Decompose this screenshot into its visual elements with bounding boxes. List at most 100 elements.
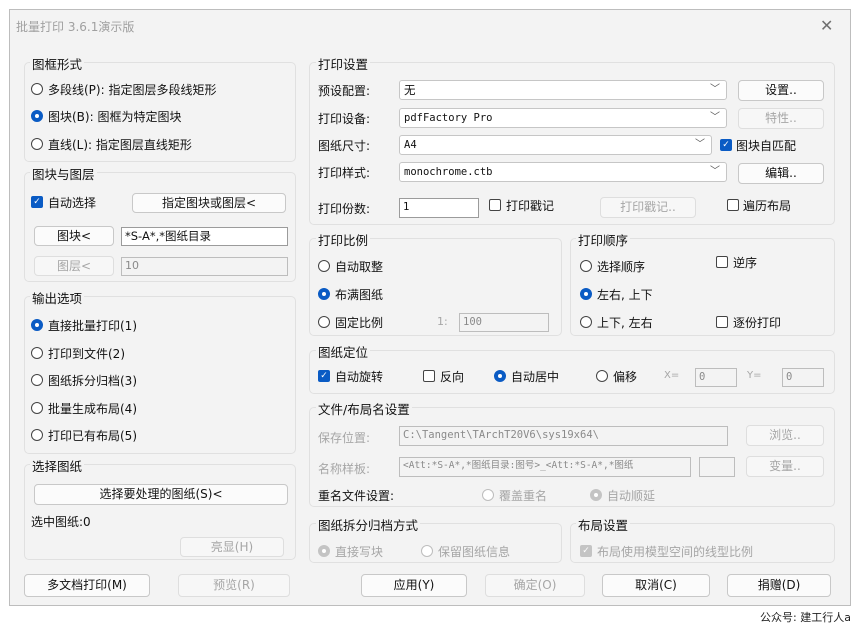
offset-y-label: Y= — [747, 370, 762, 381]
scale-ratio-prefix: 1: — [437, 315, 448, 328]
radio-print-to-file[interactable] — [31, 347, 43, 359]
radio-auto-center[interactable] — [494, 370, 506, 382]
style-label: 打印样式: — [318, 166, 371, 180]
radio-fit-paper-label: 布满图纸 — [335, 288, 384, 302]
frame-form-title: 图框形式 — [30, 54, 85, 73]
reverse-checkbox[interactable] — [423, 370, 435, 382]
window-title: 批量打印 3.6.1演示版 — [16, 20, 135, 34]
radio-top-bottom[interactable] — [580, 316, 592, 328]
edit-style-button[interactable]: 编辑.. — [738, 163, 824, 184]
properties-button[interactable]: 特性.. — [738, 108, 824, 129]
radio-offset[interactable] — [596, 370, 608, 382]
style-select[interactable]: monochrome.ctb ﹀ — [399, 162, 727, 182]
save-location-label: 保存位置: — [318, 431, 371, 445]
radio-left-right-label: 左右, 上下 — [597, 288, 653, 302]
radio-auto-center-label: 自动居中 — [511, 370, 560, 384]
auto-rotate-checkbox[interactable]: ✓ — [318, 370, 330, 382]
radio-select-order[interactable] — [580, 260, 592, 272]
multi-doc-print-button[interactable]: 多文档打印(M) — [24, 574, 150, 597]
highlight-button[interactable]: 亮显(H) — [180, 537, 284, 557]
radio-split-archive[interactable] — [31, 374, 43, 386]
browse-button[interactable]: 浏览.. — [746, 425, 824, 446]
scale-ratio-input[interactable]: 100 — [459, 313, 549, 332]
preset-select[interactable]: 无 ﹀ — [399, 80, 727, 100]
radio-direct-wblock[interactable] — [318, 545, 330, 557]
position-title: 图纸定位 — [316, 342, 371, 361]
block-match-label: 图块自匹配 — [736, 139, 797, 153]
offset-y-input[interactable]: 0 — [782, 368, 824, 387]
file-layout-title: 文件/布局名设置 — [316, 399, 412, 418]
preview-button[interactable]: 预览(R) — [178, 574, 290, 597]
radio-left-right[interactable] — [580, 288, 592, 300]
radio-keep-info[interactable] — [421, 545, 433, 557]
radio-fit-paper[interactable] — [318, 288, 330, 300]
preset-value: 无 — [404, 83, 416, 97]
stamp-settings-button[interactable]: 打印戳记.. — [600, 197, 696, 218]
device-label: 打印设备: — [318, 112, 371, 126]
donate-button[interactable]: 捐赠(D) — [727, 574, 831, 597]
radio-auto-increment[interactable] — [590, 489, 602, 501]
radio-direct-print-label: 直接批量打印(1) — [48, 319, 137, 333]
model-scale-label: 布局使用模型空间的线型比例 — [597, 545, 754, 559]
layer-pick-button[interactable]: 图层< — [34, 256, 114, 276]
reverse-label: 反向 — [440, 370, 465, 384]
radio-keep-info-label: 保留图纸信息 — [438, 545, 511, 559]
radio-line-label: 直线(L): 指定图层直线矩形 — [48, 138, 192, 152]
rename-label: 重名文件设置: — [318, 489, 395, 503]
ok-button[interactable]: 确定(O) — [485, 574, 585, 597]
layer-name-input[interactable]: 10 — [121, 257, 288, 276]
block-match-checkbox[interactable]: ✓ — [720, 139, 732, 151]
copies-input[interactable]: 1 — [399, 198, 479, 218]
device-select[interactable]: pdfFactory Pro ﹀ — [399, 108, 727, 128]
chevron-down-icon: ﹀ — [710, 166, 720, 177]
traverse-layout-checkbox[interactable] — [727, 199, 739, 211]
select-drawings-title: 选择图纸 — [30, 456, 85, 475]
radio-select-order-label: 选择顺序 — [597, 260, 646, 274]
chevron-down-icon: ﹀ — [710, 84, 720, 95]
per-copy-checkbox[interactable] — [716, 316, 728, 328]
stamp-checkbox[interactable] — [489, 199, 501, 211]
radio-split-archive-label: 图纸拆分归档(3) — [48, 374, 137, 388]
stamp-label: 打印戳记 — [506, 199, 555, 213]
offset-x-label: X= — [664, 370, 680, 381]
cancel-button[interactable]: 取消(C) — [602, 574, 710, 597]
radio-block[interactable] — [31, 110, 43, 122]
output-title: 输出选项 — [30, 288, 85, 307]
apply-button[interactable]: 应用(Y) — [361, 574, 467, 597]
radio-polyline[interactable] — [31, 83, 43, 95]
paper-label: 图纸尺寸: — [318, 139, 371, 153]
radio-line[interactable] — [31, 138, 43, 150]
radio-polyline-label: 多段线(P): 指定图层多段线矩形 — [48, 83, 217, 97]
variables-button[interactable]: 变量.. — [746, 456, 824, 477]
radio-print-existing-layout[interactable] — [31, 429, 43, 441]
radio-print-to-file-label: 打印到文件(2) — [48, 347, 125, 361]
copies-label: 打印份数: — [318, 202, 371, 216]
radio-generate-layout[interactable] — [31, 402, 43, 414]
name-template-input[interactable]: <Att:*S-A*,*图纸目录:图号>_<Att:*S-A*,*图纸 — [399, 457, 691, 477]
close-icon[interactable]: ✕ — [820, 16, 833, 35]
paper-select[interactable]: A4 ﹀ — [399, 135, 712, 155]
watermark: 公众号: 建工行人a — [760, 611, 851, 624]
radio-auto-round[interactable] — [318, 260, 330, 272]
radio-offset-label: 偏移 — [613, 370, 638, 384]
radio-direct-print[interactable] — [31, 319, 43, 331]
chevron-down-icon: ﹀ — [710, 112, 720, 123]
radio-fixed-scale[interactable] — [318, 316, 330, 328]
scale-title: 打印比例 — [316, 230, 371, 249]
model-scale-checkbox[interactable]: ✓ — [580, 545, 592, 557]
preset-label: 预设配置: — [318, 84, 371, 98]
reverse-order-checkbox[interactable] — [716, 256, 728, 268]
select-drawings-button[interactable]: 选择要处理的图纸(S)< — [34, 484, 288, 505]
settings-button[interactable]: 设置.. — [738, 80, 824, 101]
save-location-input[interactable]: C:\Tangent\TArchT20V6\sys19x64\ — [399, 426, 728, 446]
block-name-input[interactable]: *S-A*,*图纸目录 — [121, 227, 288, 246]
layout-settings-title: 布局设置 — [576, 515, 631, 534]
name-template-extra[interactable] — [699, 457, 735, 477]
auto-select-checkbox[interactable]: ✓ — [31, 196, 43, 208]
offset-x-input[interactable]: 0 — [695, 368, 737, 387]
radio-overwrite[interactable] — [482, 489, 494, 501]
block-pick-button[interactable]: 图块< — [34, 226, 114, 246]
chevron-down-icon: ﹀ — [695, 139, 705, 150]
radio-block-label: 图块(B): 图框为特定图块 — [48, 110, 182, 124]
specify-block-layer-button[interactable]: 指定图块或图层< — [132, 193, 286, 213]
